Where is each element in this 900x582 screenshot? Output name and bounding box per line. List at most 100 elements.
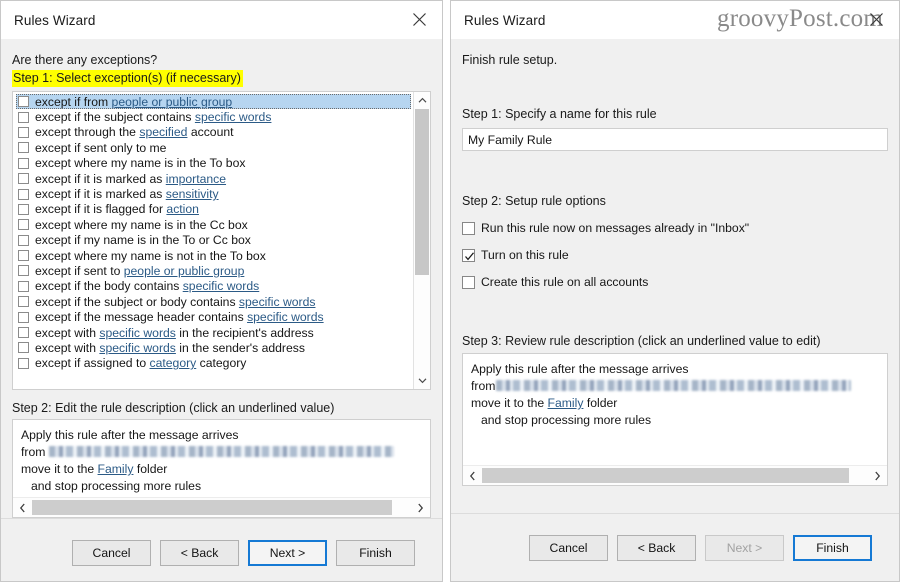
exception-row[interactable]: except where my name is in the To box bbox=[16, 156, 413, 171]
hscroll-track[interactable] bbox=[32, 498, 411, 517]
exception-row[interactable]: except if the body contains specific wor… bbox=[16, 279, 413, 294]
exception-row[interactable]: except if assigned to category category bbox=[16, 356, 413, 371]
checkbox-icon[interactable] bbox=[18, 142, 29, 154]
exception-row[interactable]: except if the subject or body contains s… bbox=[16, 294, 413, 309]
exception-row[interactable]: except if it is flagged for action bbox=[16, 202, 413, 217]
exception-value-link[interactable]: specific words bbox=[99, 326, 176, 340]
checkbox-icon[interactable] bbox=[462, 275, 475, 289]
rule-option-row[interactable]: Create this rule on all accounts bbox=[462, 275, 888, 289]
exception-label: except with specific words in the recipi… bbox=[35, 326, 314, 340]
scroll-right-icon[interactable] bbox=[411, 498, 430, 517]
exception-row[interactable]: except through the specified account bbox=[16, 125, 413, 140]
exceptions-prompt: Are there any exceptions? bbox=[12, 53, 158, 67]
checkbox-icon[interactable] bbox=[18, 311, 29, 323]
rule-option-row[interactable]: Turn on this rule bbox=[462, 248, 888, 262]
screenshot-stage: Rules Wizard Are there any exceptions? S… bbox=[0, 0, 900, 582]
checkbox-checked-icon[interactable] bbox=[462, 248, 475, 262]
exception-value-link[interactable]: specific words bbox=[183, 279, 260, 293]
scroll-right-icon[interactable] bbox=[868, 466, 887, 485]
vscroll-thumb[interactable] bbox=[415, 109, 429, 275]
hscroll-thumb[interactable] bbox=[482, 468, 849, 483]
rule-option-row[interactable]: Run this rule now on messages already in… bbox=[462, 221, 888, 235]
exception-row[interactable]: except if the subject contains specific … bbox=[16, 109, 413, 124]
rule-description-box-left[interactable]: Apply this rule after the message arrive… bbox=[12, 419, 431, 518]
checkbox-icon[interactable] bbox=[18, 219, 29, 231]
checkbox-icon[interactable] bbox=[18, 188, 29, 200]
checkbox-icon[interactable] bbox=[18, 357, 29, 369]
back-button[interactable]: < Back bbox=[160, 539, 239, 566]
exception-row[interactable]: except if sent to people or public group bbox=[16, 263, 413, 278]
rule-description-box-right[interactable]: Apply this rule after the message arrive… bbox=[462, 353, 888, 486]
folder-link-family[interactable]: Family bbox=[548, 396, 584, 410]
exception-value-link[interactable]: importance bbox=[166, 172, 226, 186]
exception-value-link[interactable]: action bbox=[166, 202, 199, 216]
scroll-left-icon[interactable] bbox=[463, 466, 482, 485]
finish-button[interactable]: Finish bbox=[336, 539, 415, 566]
exception-label: except where my name is not in the To bo… bbox=[35, 249, 266, 263]
checkbox-icon[interactable] bbox=[18, 250, 29, 262]
exception-row[interactable]: except if my name is in the To or Cc box bbox=[16, 233, 413, 248]
close-icon[interactable] bbox=[404, 6, 434, 32]
desc-horizontal-scrollbar-right[interactable] bbox=[463, 465, 887, 485]
exception-text-pre: except through the bbox=[35, 125, 140, 140]
exception-row[interactable]: except where my name is in the Cc box bbox=[16, 217, 413, 232]
exception-row[interactable]: except with specific words in the recipi… bbox=[16, 325, 413, 340]
cancel-button[interactable]: Cancel bbox=[72, 539, 151, 566]
cancel-button[interactable]: Cancel bbox=[529, 534, 608, 561]
checkbox-icon[interactable] bbox=[18, 96, 29, 108]
checkbox-icon[interactable] bbox=[18, 265, 29, 277]
exception-row[interactable]: except if it is marked as sensitivity bbox=[16, 186, 413, 201]
folder-link-family[interactable]: Family bbox=[98, 462, 134, 476]
exception-value-link[interactable]: category bbox=[150, 356, 197, 370]
hscroll-track[interactable] bbox=[482, 466, 868, 485]
exception-text-pre: except where my name is in the To box bbox=[35, 156, 246, 171]
exception-value-link[interactable]: people or public group bbox=[124, 264, 245, 278]
checkbox-icon[interactable] bbox=[18, 126, 29, 138]
desc-horizontal-scrollbar-left[interactable] bbox=[13, 497, 430, 517]
exception-value-link[interactable]: specific words bbox=[195, 110, 272, 124]
exception-label: except if sent only to me bbox=[35, 141, 166, 155]
scroll-down-icon[interactable] bbox=[414, 372, 430, 389]
exception-row[interactable]: except if sent only to me bbox=[16, 140, 413, 155]
redacted-sender-value[interactable] bbox=[496, 380, 852, 391]
back-button[interactable]: < Back bbox=[617, 534, 696, 561]
rules-wizard-window-exceptions: Rules Wizard Are there any exceptions? S… bbox=[0, 0, 443, 582]
scroll-up-icon[interactable] bbox=[414, 92, 430, 109]
checkbox-icon[interactable] bbox=[18, 327, 29, 339]
exception-value-link[interactable]: specific words bbox=[247, 310, 324, 324]
desc-from-label: from bbox=[471, 379, 496, 393]
checkbox-icon[interactable] bbox=[18, 296, 29, 308]
exception-value-link[interactable]: people or public group bbox=[112, 95, 233, 109]
exception-row[interactable]: except if from people or public group bbox=[16, 94, 411, 110]
exception-row[interactable]: except with specific words in the sender… bbox=[16, 340, 413, 355]
exceptions-vertical-scrollbar[interactable] bbox=[413, 92, 430, 389]
exception-text-pre: except where my name is not in the To bo… bbox=[35, 248, 266, 263]
exception-value-link[interactable]: sensitivity bbox=[166, 187, 219, 201]
exception-row[interactable]: except where my name is not in the To bo… bbox=[16, 248, 413, 263]
close-icon[interactable] bbox=[861, 6, 891, 32]
exception-value-link[interactable]: specific words bbox=[99, 341, 176, 355]
exception-row[interactable]: except if it is marked as importance bbox=[16, 171, 413, 186]
hscroll-thumb[interactable] bbox=[32, 500, 393, 515]
checkbox-icon[interactable] bbox=[18, 280, 29, 292]
exception-value-link[interactable]: specified bbox=[139, 125, 187, 139]
checkbox-icon[interactable] bbox=[18, 111, 29, 123]
scroll-left-icon[interactable] bbox=[13, 498, 32, 517]
rule-name-input[interactable]: My Family Rule bbox=[462, 128, 888, 151]
checkbox-icon[interactable] bbox=[18, 157, 29, 169]
next-button: Next > bbox=[705, 534, 784, 561]
exception-value-link[interactable]: specific words bbox=[239, 295, 316, 309]
exception-label: except with specific words in the sender… bbox=[35, 341, 305, 355]
exceptions-listbox[interactable]: except if from people or public group exc… bbox=[12, 91, 431, 390]
exception-row[interactable]: except if the message header contains sp… bbox=[16, 309, 413, 324]
vscroll-track[interactable] bbox=[414, 109, 430, 372]
checkbox-icon[interactable] bbox=[18, 342, 29, 354]
redacted-sender-value[interactable] bbox=[49, 446, 395, 457]
finish-button[interactable]: Finish bbox=[793, 534, 872, 561]
step2-label: Step 2: Edit the rule description (click… bbox=[12, 401, 335, 415]
checkbox-icon[interactable] bbox=[462, 221, 475, 235]
checkbox-icon[interactable] bbox=[18, 234, 29, 246]
next-button[interactable]: Next > bbox=[248, 539, 327, 566]
checkbox-icon[interactable] bbox=[18, 173, 29, 185]
checkbox-icon[interactable] bbox=[18, 203, 29, 215]
